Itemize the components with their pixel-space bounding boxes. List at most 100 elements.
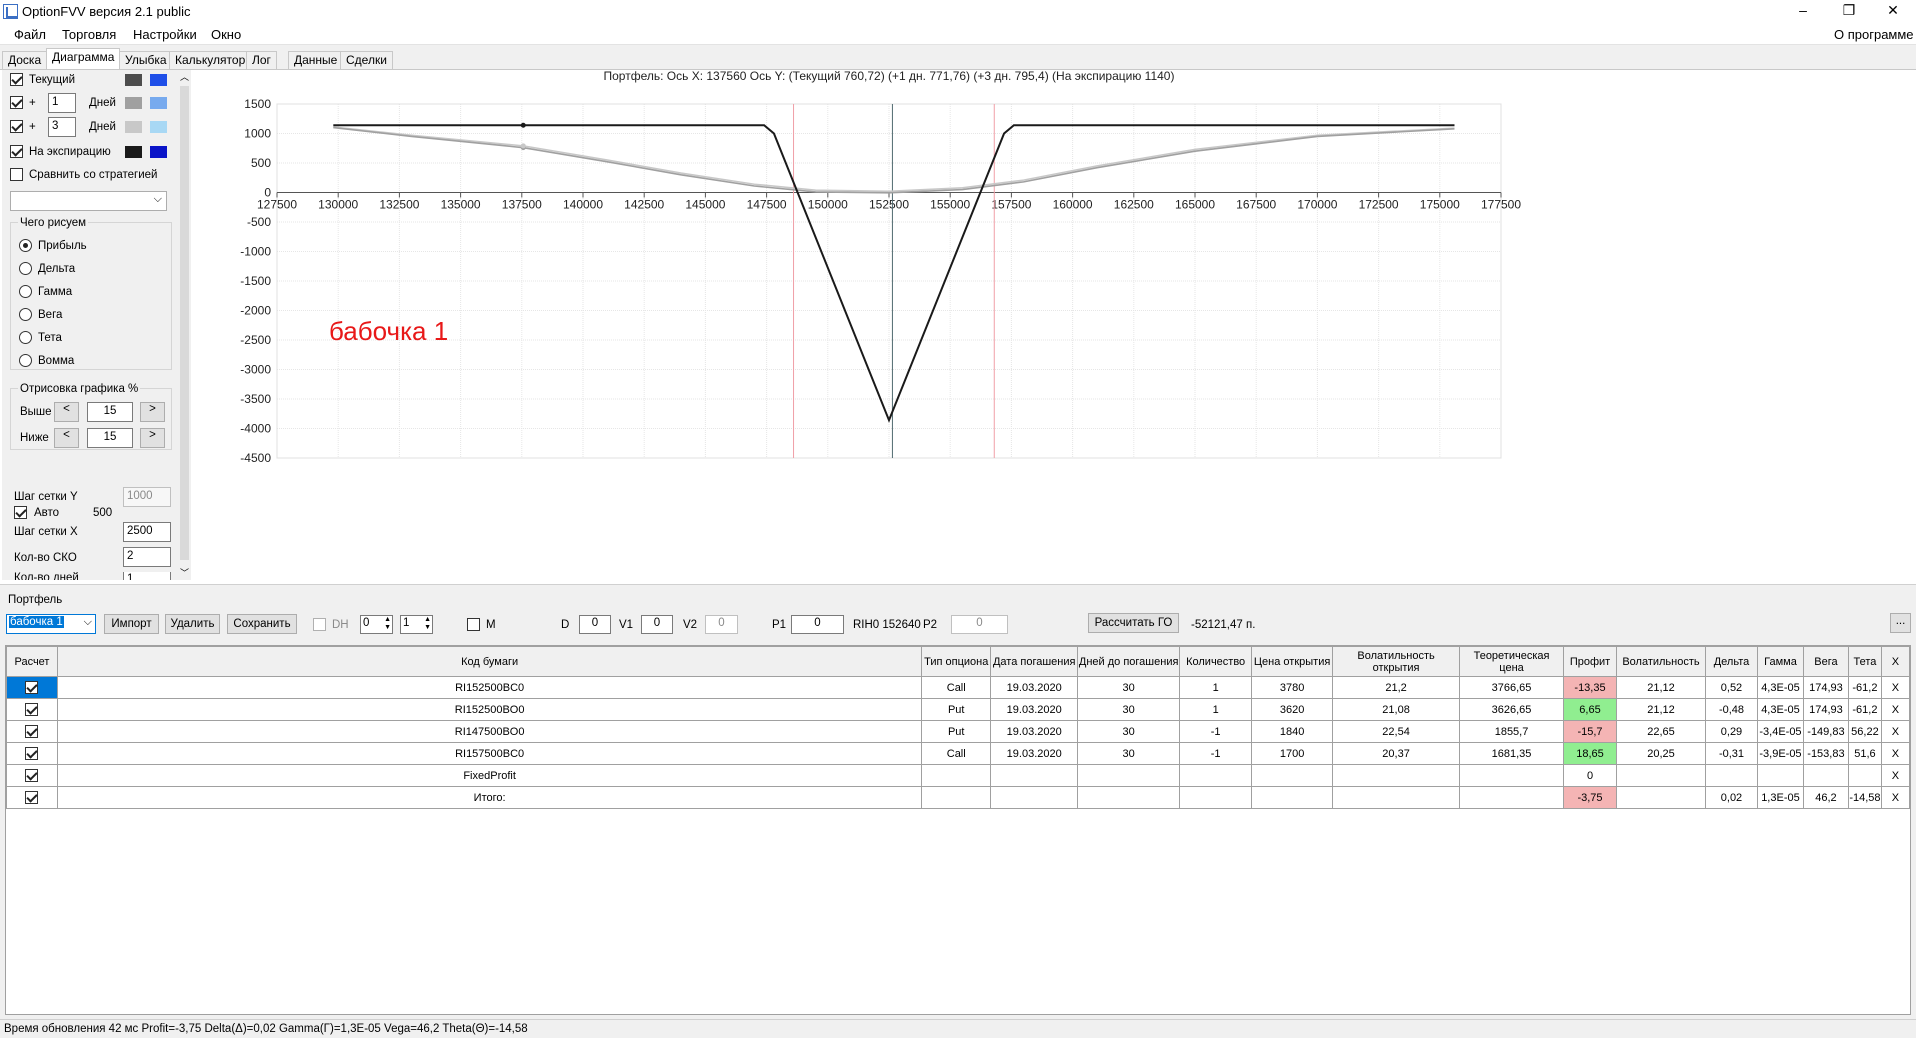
tab-data[interactable]: Данные (288, 51, 344, 69)
maximize-button[interactable]: ❐ (1826, 0, 1872, 23)
row-delete-button[interactable]: X (1880, 764, 1911, 787)
dh-checkbox[interactable] (313, 618, 326, 631)
p1-input[interactable]: 0 (791, 615, 844, 634)
column-header[interactable]: Цена открытия (1251, 646, 1334, 677)
column-header[interactable]: X (1880, 646, 1911, 677)
days-input[interactable]: 1 (123, 572, 171, 580)
table-row[interactable]: FixedProfit 0 X (6, 764, 1911, 787)
tab-diagram[interactable]: Диаграмма (46, 48, 121, 69)
calc-checkbox[interactable] (25, 769, 39, 782)
column-header[interactable]: Волатильность открытия (1332, 646, 1461, 677)
expiration-color-1[interactable] (125, 146, 142, 158)
calc-checkbox[interactable] (25, 725, 39, 738)
row-calc-checkbox-cell[interactable] (6, 720, 58, 743)
delete-button[interactable]: Удалить (165, 614, 220, 634)
row-delete-button[interactable]: X (1880, 742, 1911, 765)
p2-input[interactable]: 0 (951, 615, 1008, 634)
menu-settings[interactable]: Настройки (133, 27, 197, 42)
column-header[interactable]: Гамма (1756, 646, 1804, 677)
table-row[interactable]: RI152500BO0 Put 19.03.2020 30 1 3620 21,08 3626… (6, 698, 1911, 721)
row-delete-button[interactable]: X (1880, 698, 1911, 721)
spin-arrows-icon[interactable]: ▲ ▼ (384, 616, 391, 632)
calc-checkbox[interactable] (25, 791, 39, 804)
current-color-1[interactable] (125, 74, 142, 86)
more-button[interactable]: ... (1890, 613, 1911, 633)
menu-about[interactable]: О программе (1834, 27, 1914, 42)
tab-deals[interactable]: Сделки (340, 51, 393, 69)
splitter[interactable] (0, 584, 1916, 585)
close-button[interactable]: ✕ (1870, 0, 1916, 23)
calc-checkbox[interactable] (25, 747, 39, 760)
row-calc-checkbox-cell[interactable] (6, 786, 58, 809)
above-increase-button[interactable]: > (140, 402, 165, 422)
portfolio-select[interactable]: бабочка 1 ⌵ (6, 614, 96, 634)
column-header[interactable]: Код бумаги (56, 646, 923, 677)
menu-trade[interactable]: Торговля (62, 27, 116, 42)
current-checkbox[interactable] (10, 73, 23, 86)
column-header[interactable]: Дельта (1704, 646, 1758, 677)
current-color-2[interactable] (150, 74, 167, 86)
d-input[interactable]: 0 (579, 615, 611, 634)
row-delete-button[interactable]: X (1880, 720, 1911, 743)
below-increase-button[interactable]: > (140, 428, 165, 448)
table-row[interactable]: RI147500BO0 Put 19.03.2020 30 -1 1840 22,54 185… (6, 720, 1911, 743)
column-header[interactable]: Тета (1847, 646, 1882, 677)
plus1-days-input[interactable]: 1 (48, 93, 76, 113)
radio-delta[interactable] (19, 262, 32, 275)
profit-chart[interactable]: Портфель: Ось X: 137560 Ось Y: (Текущий … (181, 69, 1916, 580)
grid-y-input[interactable]: 1000 (123, 487, 171, 507)
expiration-checkbox[interactable] (10, 145, 23, 158)
plus3-checkbox[interactable] (10, 120, 23, 133)
strategy-dropdown[interactable]: ⌵ (10, 191, 167, 211)
auto-checkbox[interactable] (14, 506, 27, 519)
import-button[interactable]: Импорт (104, 614, 159, 634)
m-checkbox[interactable] (467, 618, 480, 631)
calc-checkbox[interactable] (25, 703, 39, 716)
calc-checkbox[interactable] (25, 681, 39, 694)
column-header[interactable]: Количество (1179, 646, 1253, 677)
dh-spinner-1[interactable]: 0 ▲ ▼ (360, 615, 393, 634)
column-header[interactable]: Дней до погашения (1077, 646, 1181, 677)
column-header[interactable]: Волатильность (1616, 646, 1706, 677)
compare-checkbox[interactable] (10, 168, 23, 181)
expiration-color-2[interactable] (150, 146, 167, 158)
column-header[interactable]: Профит (1563, 646, 1617, 677)
minimize-button[interactable]: – (1780, 0, 1826, 23)
row-calc-checkbox-cell[interactable] (6, 676, 58, 699)
tab-board[interactable]: Доска (2, 51, 48, 69)
sko-input[interactable]: 2 (123, 547, 171, 567)
column-header[interactable]: Теоретическая цена (1459, 646, 1565, 677)
dh-spinner-2[interactable]: 1 ▲ ▼ (400, 615, 433, 634)
grid-x-input[interactable]: 2500 (123, 522, 171, 542)
plus1-color-2[interactable] (150, 97, 167, 109)
row-delete-button[interactable]: X (1880, 786, 1911, 809)
spin-arrows-icon[interactable]: ▲ ▼ (424, 616, 431, 632)
menu-window[interactable]: Окно (211, 27, 241, 42)
radio-vega[interactable] (19, 308, 32, 321)
tab-smile[interactable]: Улыбка (119, 51, 173, 69)
row-calc-checkbox-cell[interactable] (6, 742, 58, 765)
table-row[interactable]: Итого: -3,75 0,02 1,3E-05 46,2 -14,58 X (6, 786, 1911, 809)
v2-input[interactable]: 0 (705, 615, 738, 634)
tab-log[interactable]: Лог (246, 51, 277, 69)
radio-profit[interactable] (19, 239, 32, 252)
radio-vomma[interactable] (19, 354, 32, 367)
row-calc-checkbox-cell[interactable] (6, 698, 58, 721)
v1-input[interactable]: 0 (641, 615, 673, 634)
calculate-go-button[interactable]: Рассчитать ГО (1088, 613, 1179, 633)
above-input[interactable]: 15 (87, 402, 133, 422)
above-decrease-button[interactable]: < (54, 402, 79, 422)
plus3-color-2[interactable] (150, 121, 167, 133)
plus1-checkbox[interactable] (10, 96, 23, 109)
table-row[interactable]: RI157500BC0 Call 19.03.2020 30 -1 1700 20,37 16… (6, 742, 1911, 765)
below-decrease-button[interactable]: < (54, 428, 79, 448)
below-input[interactable]: 15 (87, 428, 133, 448)
plus3-color-1[interactable] (125, 121, 142, 133)
tab-calculator[interactable]: Калькулятор (169, 51, 252, 69)
radio-theta[interactable] (19, 331, 32, 344)
table-row[interactable]: RI152500BC0 Call 19.03.2020 30 1 3780 21,2 3766… (6, 676, 1911, 699)
column-header[interactable]: Тип опциона (921, 646, 992, 677)
column-header[interactable]: Расчет (6, 646, 58, 677)
row-delete-button[interactable]: X (1880, 676, 1911, 699)
column-header[interactable]: Вега (1802, 646, 1849, 677)
